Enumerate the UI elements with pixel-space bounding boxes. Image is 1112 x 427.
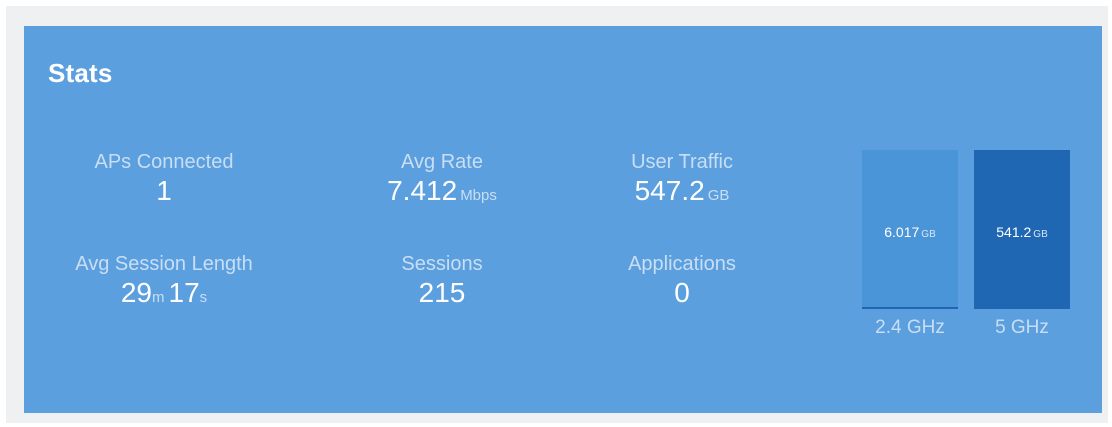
stat-value: 0 xyxy=(562,277,802,309)
stat-label: Applications xyxy=(628,253,736,275)
session-seconds-value: 17 xyxy=(168,277,200,308)
avg-rate-value: 7.412 xyxy=(387,175,458,206)
stat-sessions: Sessions 215 xyxy=(322,253,562,309)
stat-value: 7.412 Mbps xyxy=(322,175,562,212)
user-traffic-value: 547.2 xyxy=(634,175,705,206)
user-traffic-unit: GB xyxy=(707,187,730,204)
bar-value-2-4ghz: 6.017 GB xyxy=(862,224,958,240)
bar-value-unit: GB xyxy=(921,229,936,240)
traffic-bar-2-4ghz[interactable]: 6.017 GB xyxy=(862,150,958,309)
bar-label-5ghz: 5 GHz xyxy=(995,317,1049,338)
stat-label: Avg Session Length xyxy=(75,253,253,275)
applications-value: 0 xyxy=(674,277,690,308)
aps-connected-value: 1 xyxy=(156,175,172,206)
traffic-bar-5ghz[interactable]: 541.2 GB xyxy=(974,150,1070,309)
stat-applications: Applications 0 xyxy=(562,253,802,309)
stat-avg-rate: Avg Rate 7.412 Mbps xyxy=(322,151,562,212)
card-title: Stats xyxy=(48,58,113,88)
stat-avg-session-length: Avg Session Length 29m 17s xyxy=(44,253,284,314)
bar-fill-2-4ghz xyxy=(862,307,958,309)
stat-aps-connected: APs Connected 1 xyxy=(44,151,284,207)
stat-label: Avg Rate xyxy=(401,151,483,173)
stat-value: 29m 17s xyxy=(44,277,284,314)
stat-value: 1 xyxy=(44,175,284,207)
stat-value: 215 xyxy=(322,277,562,309)
bar-value-unit: GB xyxy=(1033,229,1048,240)
session-minutes-unit: m xyxy=(152,289,165,306)
avg-rate-unit: Mbps xyxy=(460,187,497,204)
stat-label: Sessions xyxy=(401,253,483,275)
bar-value-number: 541.2 xyxy=(996,224,1032,240)
stat-value: 547.2 GB xyxy=(562,175,802,212)
bar-label-2-4ghz: 2.4 GHz xyxy=(875,317,945,338)
stat-label: APs Connected xyxy=(94,151,234,173)
session-seconds-unit: s xyxy=(199,289,208,306)
stat-user-traffic: User Traffic 547.2 GB xyxy=(562,151,802,212)
bar-value-number: 6.017 xyxy=(884,224,920,240)
bar-value-5ghz: 541.2 GB xyxy=(974,224,1070,240)
sessions-value: 215 xyxy=(418,277,466,308)
stat-label: User Traffic xyxy=(631,151,733,173)
session-minutes-value: 29 xyxy=(120,277,152,308)
